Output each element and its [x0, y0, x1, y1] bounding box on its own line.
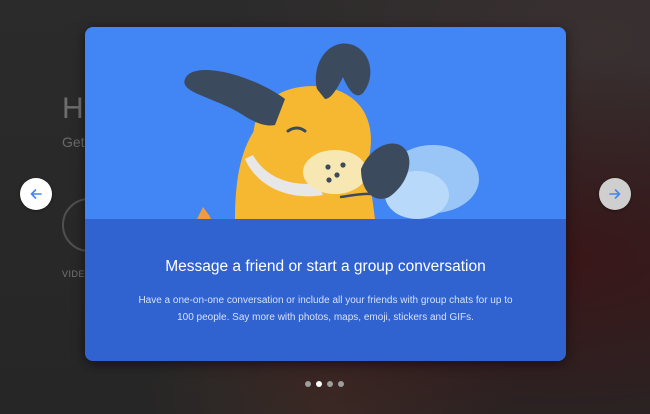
carousel-pagination [305, 381, 344, 389]
illustration-panel [85, 27, 566, 219]
page-dot-4[interactable] [338, 381, 344, 387]
page-dot-2-active[interactable] [316, 381, 322, 387]
dog-illustration [184, 43, 479, 219]
card-text-panel [85, 219, 566, 361]
next-slide-button[interactable] [599, 178, 631, 210]
arrow-left-icon [30, 189, 42, 199]
arrow-right-icon [609, 189, 621, 199]
background-heading: H [62, 92, 85, 125]
page-dot-1[interactable] [305, 381, 311, 387]
slide-title: Message a friend or start a group conver… [165, 258, 486, 275]
page-dot-3[interactable] [327, 381, 333, 387]
onboarding-card: Message a friend or start a group conver… [85, 27, 566, 361]
background-subheading: Get [62, 134, 85, 150]
previous-slide-button[interactable] [20, 178, 52, 210]
slide-description: Have a one-on-one conversation or includ… [138, 295, 513, 323]
